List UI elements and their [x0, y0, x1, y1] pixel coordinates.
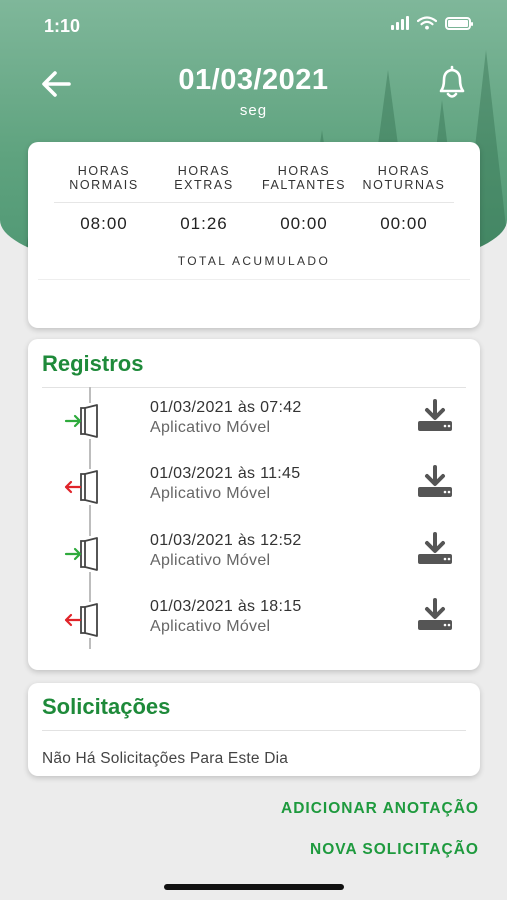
- door-exit-icon: [64, 602, 102, 638]
- summary-col-noturnas: HORAS NOTURNAS 00:00: [354, 164, 454, 234]
- divider: [42, 387, 466, 388]
- solicitacoes-title: Solicitações: [42, 694, 171, 719]
- download-icon[interactable]: [416, 598, 454, 632]
- summary-col-normais: HORAS NORMAIS 08:00: [54, 164, 154, 234]
- empty-state-text: Não Há Solicitações Para Este Dia: [42, 750, 289, 767]
- status-icons: [391, 16, 473, 30]
- add-note-link[interactable]: ADICIONAR ANOTAÇÃO: [281, 800, 479, 818]
- download-icon[interactable]: [416, 465, 454, 499]
- col-value: 08:00: [80, 214, 128, 233]
- summary-card: HORAS NORMAIS 08:00 HORAS EXTRAS 01:26 H…: [28, 142, 480, 328]
- divider: [38, 279, 470, 280]
- col-value: 01:26: [180, 214, 228, 233]
- hours-summary: HORAS NORMAIS 08:00 HORAS EXTRAS 01:26 H…: [54, 164, 454, 234]
- registro-datetime: 01/03/2021 às 11:45: [150, 465, 301, 482]
- col-label: HORAS FALTANTES: [261, 164, 347, 192]
- download-icon[interactable]: [416, 532, 454, 566]
- registro-item[interactable]: 01/03/2021 às 07:42 Aplicativo Móvel: [28, 399, 480, 453]
- wifi-icon: [417, 16, 437, 30]
- registro-datetime: 01/03/2021 às 07:42: [150, 399, 302, 416]
- registro-item[interactable]: 01/03/2021 às 11:45 Aplicativo Móvel: [28, 465, 480, 519]
- registro-source: Aplicativo Móvel: [150, 419, 271, 436]
- summary-col-faltantes: HORAS FALTANTES 00:00: [254, 164, 354, 234]
- registros-title: Registros: [42, 351, 144, 376]
- registro-source: Aplicativo Móvel: [150, 552, 271, 569]
- col-value: 00:00: [380, 214, 428, 233]
- home-indicator: [164, 884, 344, 890]
- summary-col-extras: HORAS EXTRAS 01:26: [154, 164, 254, 234]
- signal-icon: [391, 16, 409, 30]
- divider: [54, 202, 454, 203]
- col-label: HORAS NORMAIS: [69, 164, 139, 192]
- status-bar: 1:10: [0, 0, 507, 50]
- new-request-link[interactable]: NOVA SOLICITAÇÃO: [310, 841, 479, 859]
- col-label: HORAS NOTURNAS: [362, 164, 446, 192]
- page-title: 01/03/2021: [178, 64, 329, 96]
- registro-datetime: 01/03/2021 às 18:15: [150, 598, 302, 615]
- battery-icon: [445, 16, 473, 30]
- door-enter-icon: [64, 403, 102, 439]
- registros-card: Registros 01/03/2021 às 07:42 Aplicativo…: [28, 339, 480, 670]
- registro-source: Aplicativo Móvel: [150, 485, 271, 502]
- bell-icon[interactable]: [435, 64, 469, 102]
- registro-item[interactable]: 01/03/2021 às 18:15 Aplicativo Móvel: [28, 598, 480, 652]
- solicitacoes-card: Solicitações Não Há Solicitações Para Es…: [28, 683, 480, 776]
- registro-source: Aplicativo Móvel: [150, 618, 271, 635]
- total-accumulated-label: TOTAL ACUMULADO: [177, 254, 331, 268]
- status-time: 1:10: [44, 16, 81, 36]
- registro-datetime: 01/03/2021 às 12:52: [150, 532, 302, 549]
- col-value: 00:00: [280, 214, 328, 233]
- door-enter-icon: [64, 536, 102, 572]
- divider: [42, 730, 466, 731]
- door-exit-icon: [64, 469, 102, 505]
- page-subtitle: seg: [239, 102, 268, 119]
- registro-item[interactable]: 01/03/2021 às 12:52 Aplicativo Móvel: [28, 532, 480, 586]
- download-icon[interactable]: [416, 399, 454, 433]
- col-label: HORAS EXTRAS: [174, 164, 234, 192]
